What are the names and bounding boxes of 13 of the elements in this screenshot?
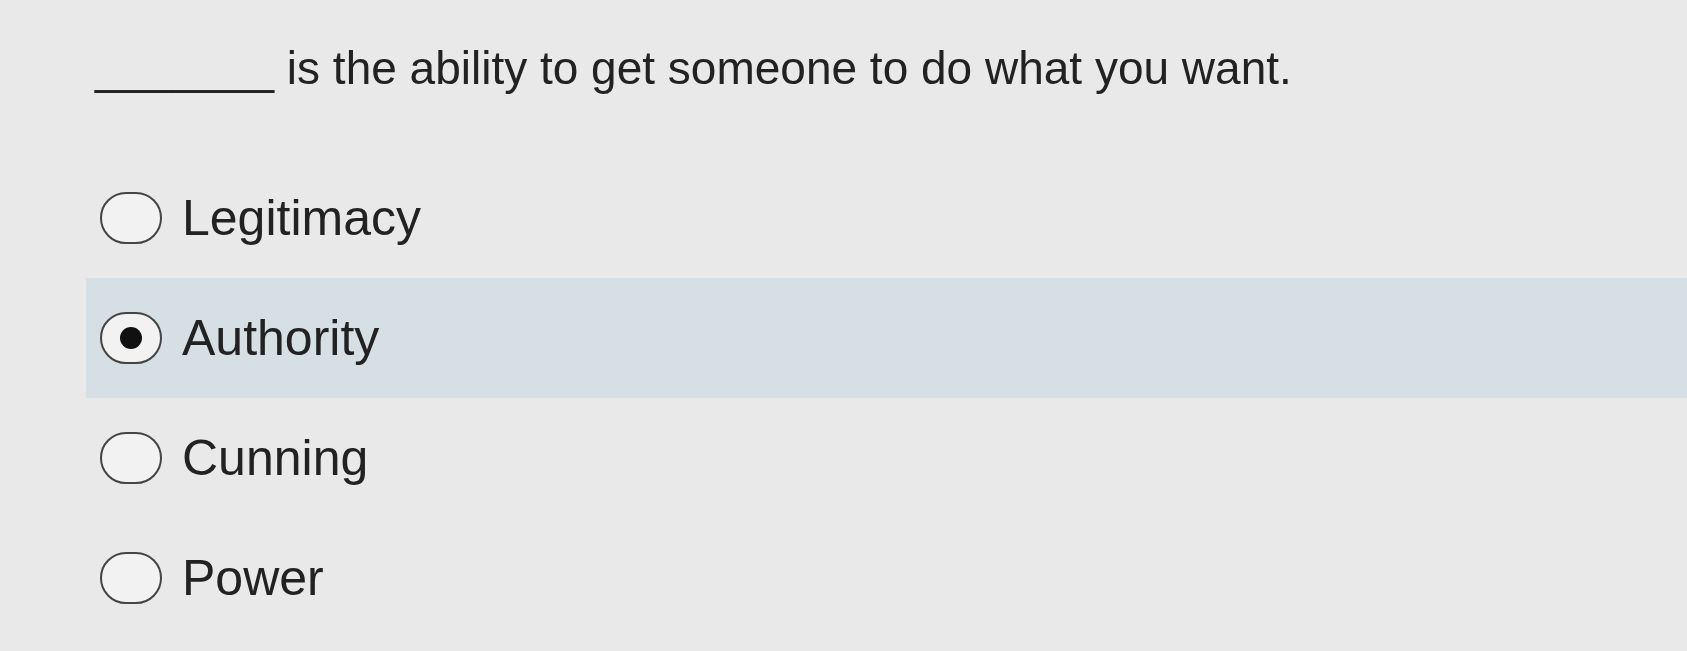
radio-button[interactable] [100,552,162,604]
option-label: Power [182,549,324,608]
answer-option[interactable]: Authority [86,278,1687,398]
answer-option[interactable]: Cunning [86,398,1687,518]
option-label: Authority [182,309,380,368]
option-label: Cunning [182,429,369,488]
radio-button[interactable] [100,192,162,244]
answer-option[interactable]: Legitimacy [86,158,1687,278]
radio-button[interactable] [100,432,162,484]
option-label: Legitimacy [182,189,421,248]
question-text: _______ is the ability to get someone to do what you want. [95,41,1292,96]
radio-button[interactable] [100,312,162,364]
answer-option[interactable]: Power [86,518,1687,638]
